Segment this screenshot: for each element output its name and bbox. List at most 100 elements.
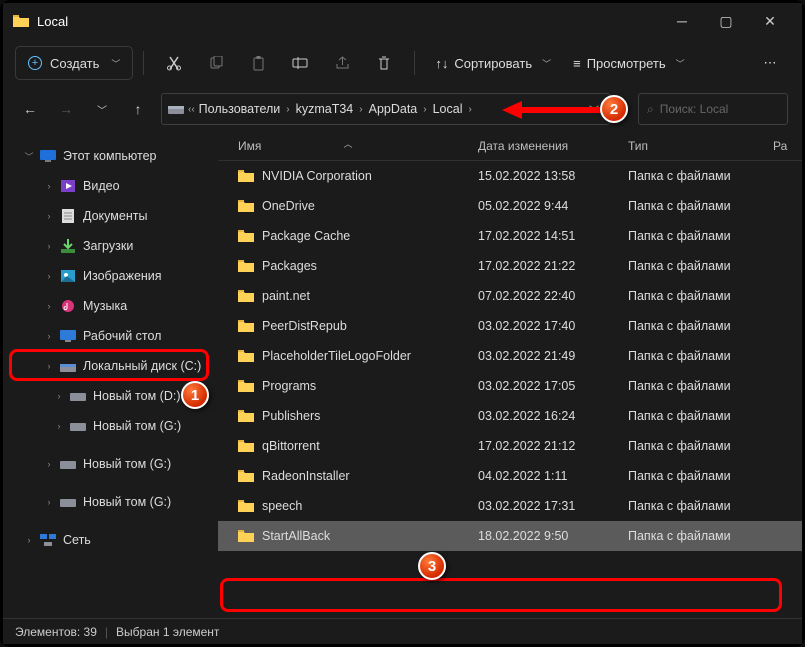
- table-row[interactable]: Packages17.02.2022 21:22Папка с файлами: [218, 251, 802, 281]
- tree-downloads[interactable]: ›Загрузки: [5, 231, 216, 261]
- tree-label: Новый том (G:): [83, 495, 171, 509]
- sort-button[interactable]: ↑↓ Сортировать ﹀: [425, 46, 561, 80]
- tree-label: Новый том (G:): [83, 457, 171, 471]
- tree-documents[interactable]: ›Документы: [5, 201, 216, 231]
- file-name: StartAllBack: [262, 529, 330, 543]
- chevron-right-icon: ›: [23, 535, 35, 545]
- copy-button[interactable]: [196, 46, 236, 80]
- folder-icon: [238, 320, 254, 332]
- table-row[interactable]: PlaceholderTileLogoFolder03.02.2022 21:4…: [218, 341, 802, 371]
- file-type: Папка с файлами: [628, 469, 773, 483]
- folder-icon: [238, 230, 254, 242]
- file-name: RadeonInstaller: [262, 469, 350, 483]
- tree-network[interactable]: ›Сеть: [5, 525, 216, 555]
- table-row[interactable]: Package Cache17.02.2022 14:51Папка с фай…: [218, 221, 802, 251]
- status-bar: Элементов: 39 | Выбран 1 элемент: [3, 618, 802, 644]
- view-icon: ≡: [573, 56, 581, 71]
- more-button[interactable]: ⋯: [750, 46, 790, 80]
- file-type: Папка с файлами: [628, 379, 773, 393]
- search-input[interactable]: ⌕ Поиск: Local: [638, 93, 788, 125]
- search-placeholder: Поиск: Local: [660, 102, 729, 116]
- table-row[interactable]: Publishers03.02.2022 16:24Папка с файлам…: [218, 401, 802, 431]
- divider: [143, 51, 144, 75]
- nav-back[interactable]: ←: [17, 101, 43, 117]
- tree-video[interactable]: › Видео: [5, 171, 216, 201]
- breadcrumb[interactable]: AppData: [365, 102, 422, 116]
- table-row[interactable]: StartAllBack18.02.2022 9:50Папка с файла…: [218, 521, 802, 551]
- file-name: Package Cache: [262, 229, 350, 243]
- file-name: Programs: [262, 379, 316, 393]
- tree-label: Видео: [83, 179, 120, 193]
- col-size[interactable]: Ра: [773, 139, 802, 153]
- table-row[interactable]: paint.net07.02.2022 22:40Папка с файлами: [218, 281, 802, 311]
- nav-up[interactable]: ↑: [125, 101, 151, 117]
- chevron-right-icon: ›: [43, 331, 55, 341]
- minimize-button[interactable]: ─: [660, 6, 704, 36]
- delete-button[interactable]: [364, 46, 404, 80]
- status-selected: Выбран 1 элемент: [116, 625, 219, 639]
- maximize-button[interactable]: ▢: [704, 6, 748, 36]
- view-label: Просмотреть: [587, 56, 666, 71]
- drive-icon: [59, 459, 77, 469]
- file-date: 07.02.2022 22:40: [478, 289, 628, 303]
- file-name: speech: [262, 499, 302, 513]
- col-type[interactable]: Тип: [628, 139, 773, 153]
- breadcrumb[interactable]: Пользователи: [195, 102, 285, 116]
- file-name: PeerDistRepub: [262, 319, 347, 333]
- table-row[interactable]: qBittorrent17.02.2022 21:12Папка с файла…: [218, 431, 802, 461]
- col-date[interactable]: Дата изменения: [478, 139, 628, 153]
- nav-forward[interactable]: →: [53, 101, 79, 117]
- column-headers: ︿Имя Дата изменения Тип Ра: [218, 131, 802, 161]
- tree-local-disk-c[interactable]: ›Локальный диск (C:): [5, 351, 216, 381]
- tree-music[interactable]: ›Музыка: [5, 291, 216, 321]
- file-date: 05.02.2022 9:44: [478, 199, 628, 213]
- window-title: Local: [37, 14, 68, 29]
- share-button[interactable]: [322, 46, 362, 80]
- paste-button[interactable]: [238, 46, 278, 80]
- file-date: 17.02.2022 21:22: [478, 259, 628, 273]
- tree-pictures[interactable]: ›Изображения: [5, 261, 216, 291]
- table-row[interactable]: NVIDIA Corporation15.02.2022 13:58Папка …: [218, 161, 802, 191]
- view-button[interactable]: ≡ Просмотреть ﹀: [563, 46, 695, 80]
- drive-icon: [69, 391, 87, 401]
- file-type: Папка с файлами: [628, 199, 773, 213]
- table-row[interactable]: Programs03.02.2022 17:05Папка с файлами: [218, 371, 802, 401]
- tree-this-pc[interactable]: ﹀ Этот компьютер: [5, 141, 216, 171]
- folder-icon: [238, 350, 254, 362]
- table-row[interactable]: speech03.02.2022 17:31Папка с файлами: [218, 491, 802, 521]
- tree-label: Новый том (G:): [93, 419, 181, 433]
- desktop-icon: [59, 330, 77, 342]
- tree-label: Локальный диск (C:): [83, 359, 201, 373]
- folder-icon: [238, 410, 254, 422]
- file-type: Папка с файлами: [628, 319, 773, 333]
- folder-icon: [238, 170, 254, 182]
- chevron-right-icon: ›: [421, 104, 428, 115]
- tree-label: Рабочий стол: [83, 329, 161, 343]
- cut-button[interactable]: [154, 46, 194, 80]
- breadcrumb[interactable]: Local: [429, 102, 467, 116]
- table-row[interactable]: RadeonInstaller04.02.2022 1:11Папка с фа…: [218, 461, 802, 491]
- tree-desktop[interactable]: › Рабочий стол: [5, 321, 216, 351]
- create-button[interactable]: + Создать ﹀: [15, 46, 133, 80]
- table-row[interactable]: OneDrive05.02.2022 9:44Папка с файлами: [218, 191, 802, 221]
- folder-icon: [238, 440, 254, 452]
- col-name[interactable]: ︿Имя: [218, 139, 478, 153]
- chevron-right-icon: ›: [43, 271, 55, 281]
- tree-label: Документы: [83, 209, 147, 223]
- rename-button[interactable]: [280, 46, 320, 80]
- tree-drive-g1[interactable]: ›Новый том (G:): [5, 411, 216, 441]
- address-bar[interactable]: ‹‹ Пользователи › kyzmaT34 › AppData › L…: [161, 93, 610, 125]
- status-count: Элементов: 39: [15, 625, 97, 639]
- chevron-right-icon: ›: [43, 181, 55, 191]
- file-type: Папка с файлами: [628, 439, 773, 453]
- tree-drive-g2[interactable]: ›Новый том (G:): [5, 449, 216, 479]
- sort-label: Сортировать: [454, 56, 532, 71]
- tree-drive-g3[interactable]: ›Новый том (G:): [5, 487, 216, 517]
- close-button[interactable]: ✕: [748, 6, 792, 36]
- breadcrumb[interactable]: kyzmaT34: [292, 102, 358, 116]
- file-type: Папка с файлами: [628, 289, 773, 303]
- folder-icon: [238, 200, 254, 212]
- file-type: Папка с файлами: [628, 499, 773, 513]
- nav-dropdown[interactable]: ﹀: [89, 102, 115, 117]
- table-row[interactable]: PeerDistRepub03.02.2022 17:40Папка с фай…: [218, 311, 802, 341]
